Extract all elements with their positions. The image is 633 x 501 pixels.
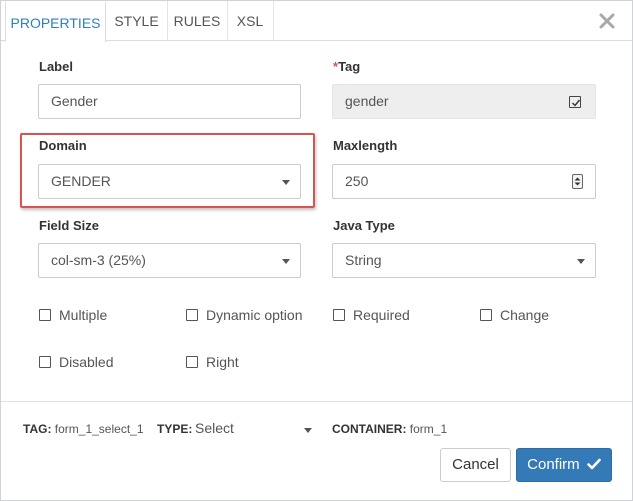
domain-value: GENDER bbox=[51, 173, 111, 189]
tab-separator bbox=[273, 1, 274, 41]
chevron-down-icon bbox=[282, 259, 290, 264]
checkbox-box[interactable] bbox=[480, 309, 492, 321]
tab-rules[interactable]: RULES bbox=[167, 1, 227, 41]
chevron-down-icon bbox=[577, 259, 585, 264]
checkbox-change[interactable]: Change bbox=[480, 307, 549, 323]
java-type-value: String bbox=[345, 252, 382, 268]
checkbox-label: Required bbox=[353, 307, 410, 323]
domain-select[interactable]: GENDER bbox=[38, 164, 301, 199]
maxlength-input[interactable]: 250 bbox=[332, 164, 596, 199]
maxlength-field-label: Maxlength bbox=[333, 138, 398, 153]
field-size-select[interactable]: col-sm-3 (25%) bbox=[38, 243, 301, 278]
type-select[interactable]: Select bbox=[195, 420, 315, 440]
footer-divider bbox=[1, 401, 632, 402]
checkbox-dynamic-option[interactable]: Dynamic option bbox=[186, 307, 303, 323]
tag-meta-label: TAG: bbox=[23, 422, 52, 436]
properties-dialog: PROPERTIES STYLE RULES XSL Label Gender … bbox=[0, 0, 633, 501]
domain-field-label: Domain bbox=[39, 138, 87, 153]
checkbox-checked-icon[interactable] bbox=[569, 96, 581, 108]
checkbox-label: Dynamic option bbox=[206, 307, 303, 323]
checkbox-label: Right bbox=[206, 354, 239, 370]
checkbox-label: Change bbox=[500, 307, 550, 323]
java-type-select[interactable]: String bbox=[332, 243, 596, 278]
checkbox-label: Disabled bbox=[59, 354, 114, 370]
checkbox-label: Multiple bbox=[59, 307, 108, 323]
container-meta-label: CONTAINER: bbox=[332, 422, 407, 436]
checkbox-box[interactable] bbox=[39, 309, 51, 321]
tab-properties[interactable]: PROPERTIES bbox=[5, 1, 106, 42]
checkbox-required[interactable]: Required bbox=[333, 307, 410, 323]
checkbox-multiple[interactable]: Multiple bbox=[39, 307, 107, 323]
close-icon[interactable] bbox=[599, 13, 615, 29]
cancel-button[interactable]: Cancel bbox=[440, 448, 511, 482]
field-size-value: col-sm-3 (25%) bbox=[51, 252, 146, 268]
tab-xsl[interactable]: XSL bbox=[227, 1, 273, 41]
checkbox-box[interactable] bbox=[39, 356, 51, 368]
type-label: TYPE: bbox=[157, 422, 193, 436]
java-type-label: Java Type bbox=[333, 218, 395, 233]
chevron-down-icon bbox=[282, 180, 290, 185]
checkbox-right[interactable]: Right bbox=[186, 354, 239, 370]
checkbox-disabled[interactable]: Disabled bbox=[39, 354, 113, 370]
checkmark-icon bbox=[587, 458, 601, 470]
tag-field-label: *Tag bbox=[333, 59, 360, 74]
tag-value: gender bbox=[345, 93, 389, 109]
label-input[interactable]: Gender bbox=[38, 84, 301, 119]
confirm-button[interactable]: Confirm bbox=[516, 448, 612, 482]
spinner-arrows-icon[interactable] bbox=[572, 174, 583, 189]
container-meta-value: form_1 bbox=[409, 422, 448, 436]
tag-meta: TAG: form_1_select_1 bbox=[23, 422, 144, 436]
maxlength-value: 250 bbox=[345, 173, 369, 189]
chevron-down-icon bbox=[304, 428, 312, 433]
type-value: Select bbox=[195, 420, 234, 436]
label-field-label: Label bbox=[39, 59, 73, 74]
field-size-label: Field Size bbox=[39, 218, 99, 233]
tab-bar: PROPERTIES STYLE RULES XSL bbox=[1, 1, 632, 42]
type-meta-label: TYPE: bbox=[157, 422, 192, 436]
tag-meta-value: form_1_select_1 bbox=[54, 422, 144, 436]
confirm-label: Confirm bbox=[527, 456, 580, 473]
tag-label-text: Tag bbox=[338, 59, 361, 74]
tag-input: gender bbox=[332, 84, 596, 119]
checkbox-box[interactable] bbox=[186, 309, 198, 321]
tab-style[interactable]: STYLE bbox=[106, 1, 167, 41]
checkbox-box[interactable] bbox=[186, 356, 198, 368]
checkbox-box[interactable] bbox=[333, 309, 345, 321]
container-meta: CONTAINER: form_1 bbox=[332, 422, 447, 436]
